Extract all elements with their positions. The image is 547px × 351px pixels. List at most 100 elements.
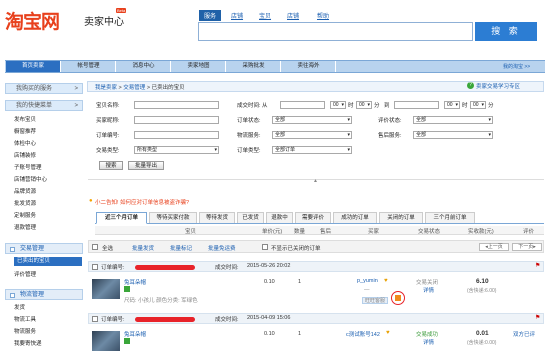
chat-icon[interactable] (395, 295, 401, 301)
deal-time-to-input[interactable] (394, 101, 439, 109)
order-detail-link[interactable]: 详情 (423, 286, 434, 294)
search-tab-item[interactable]: 宝贝 (259, 11, 271, 20)
col-price: 单价(元) (262, 229, 283, 235)
item-name-input[interactable] (134, 101, 219, 109)
trade-type-select[interactable]: 所有类型 (134, 146, 219, 154)
deal-time: 2015-05-26 20:02 (247, 263, 291, 269)
fraud-notice-link[interactable]: 小二告知! 如何应对订单信息被盗诈骗? (95, 198, 189, 206)
logistics-label: 物流服务: (237, 133, 261, 139)
order-type-select[interactable]: 全部订单 (272, 146, 352, 154)
nav-seller-home[interactable]: 首页卖家 (6, 61, 61, 72)
sidebar-item-logistics-tools[interactable]: 物流工具 (14, 315, 36, 323)
breadcrumb-trade[interactable]: 交易管理 (123, 85, 145, 91)
my-taobao-link[interactable]: 我的淘宝 >> (503, 63, 530, 70)
breadcrumb-current: 已卖出的宝贝 (151, 85, 185, 91)
batch-ship-link[interactable]: 批量发货 (132, 244, 154, 252)
buyer-nick-input[interactable] (134, 116, 219, 124)
buyer-nick[interactable]: p_yumin (357, 278, 378, 284)
logistics-select[interactable]: 全部 (272, 131, 352, 139)
deal-time-label: 成交时间: (215, 317, 239, 323)
order-no-input[interactable] (134, 131, 219, 139)
search-tab-service[interactable]: 服务 (199, 10, 222, 21)
search-orders-button[interactable]: 搜索 (99, 161, 123, 170)
order-checkbox[interactable] (92, 264, 98, 270)
tab-successful[interactable]: 成功的订单 (333, 212, 377, 223)
sidebar-item-express[interactable]: 我要寄快递 (14, 339, 42, 347)
sidebar-item-brand[interactable]: 品牌货源 (14, 187, 36, 195)
prev-page-button[interactable]: ◂上一页 (479, 243, 509, 251)
sidebar-item-decoration[interactable]: 店铺装修 (14, 151, 36, 159)
next-page-button[interactable]: 下一页▸ (512, 243, 542, 251)
help-link[interactable]: 卖家交易学习专区 (476, 82, 520, 90)
separator-dash: — (364, 287, 370, 293)
tab-await-ship[interactable]: 等待发货 (199, 212, 235, 223)
item-thumbnail[interactable] (92, 279, 120, 299)
tab-older-orders[interactable]: 三个月前订单 (425, 212, 475, 223)
hide-closed-checkbox[interactable] (262, 244, 268, 250)
search-button[interactable]: 搜 索 (475, 22, 537, 41)
sidebar-item-sold[interactable]: 已卖出的宝贝 (14, 257, 82, 266)
nav-overseas[interactable]: 卖往海外 (282, 61, 336, 72)
sidebar-item-window[interactable]: 橱窗推荐 (14, 127, 36, 135)
buyer-nick[interactable]: c测试账号142 (346, 330, 380, 338)
from-hour-select[interactable]: 00 (330, 101, 346, 109)
sidebar-item-wholesale[interactable]: 批发货源 (14, 199, 36, 207)
sidebar-item-checkup[interactable]: 体检中心 (14, 139, 36, 147)
sidebar-item-refund[interactable]: 退款管理 (14, 223, 36, 231)
order-status-select[interactable]: 全部 (272, 116, 352, 124)
sidebar-quick-menu[interactable]: 我的快捷菜单 > (5, 100, 83, 111)
sidebar-my-purchases[interactable]: 我购买的服务 > (5, 83, 83, 94)
breadcrumb-seller[interactable]: 我是卖家 (95, 85, 117, 91)
search-tab-store[interactable]: 店铺 (287, 11, 299, 20)
order-checkbox[interactable] (92, 316, 98, 322)
batch-free-shipping-link[interactable]: 批量免运费 (208, 244, 236, 252)
taobao-logo[interactable]: 淘宝网 (5, 7, 60, 34)
beta-badge: Beta (116, 8, 127, 13)
to-hour-select[interactable]: 00 (444, 101, 460, 109)
sidebar-section-trade[interactable]: 交易管理 (5, 243, 83, 254)
tab-closed[interactable]: 关闭的订单 (379, 212, 423, 223)
select-all-checkbox[interactable] (92, 244, 98, 250)
tab-await-payment[interactable]: 等待买家付款 (149, 212, 197, 223)
sidebar-item-publish[interactable]: 发布宝贝 (14, 115, 36, 123)
bulb-icon: ● (89, 198, 93, 204)
nav-seller-map[interactable]: 卖家地图 (172, 61, 226, 72)
aftersale-select[interactable]: 全部 (413, 131, 493, 139)
item-title[interactable]: 兔耳朵帽 (124, 330, 146, 338)
sidebar-item-ship[interactable]: 发货 (14, 303, 25, 311)
flag-icon[interactable]: ⚑ (535, 262, 540, 269)
batch-export-button[interactable]: 批量导出 (128, 161, 164, 170)
from-minute-select[interactable]: 00 (356, 101, 372, 109)
unit-price: 0.10 (264, 279, 275, 285)
sidebar-item-subaccount[interactable]: 子账号管理 (14, 163, 42, 171)
item-thumbnail[interactable] (92, 331, 120, 351)
tab-refunding[interactable]: 退款中 (266, 212, 293, 223)
tab-need-review[interactable]: 需要评价 (295, 212, 331, 223)
collapse-icon (10, 247, 15, 252)
nav-wholesale[interactable]: 采购批发 (227, 61, 281, 72)
rate-status-select[interactable]: 全部 (413, 116, 493, 124)
search-tab-shop[interactable]: 店铺 (231, 11, 243, 20)
sidebar-item-reviews[interactable]: 评价管理 (14, 270, 36, 278)
item-title[interactable]: 兔耳朵帽 (124, 278, 146, 286)
tab-recent-orders[interactable]: 近三个月订单 (96, 212, 147, 224)
sidebar-section-logistics[interactable]: 物流管理 (5, 289, 83, 300)
sidebar-item-custom[interactable]: 定制服务 (14, 211, 36, 219)
sidebar-item-logistics-service[interactable]: 物流服务 (14, 327, 36, 335)
collapse-arrow-icon[interactable]: ▲ (313, 178, 318, 184)
order-detail-link[interactable]: 详情 (423, 338, 434, 346)
nav-messages[interactable]: 消息中心 (117, 61, 171, 72)
search-input[interactable] (198, 22, 473, 41)
search-tab-help[interactable]: 帮助 (317, 11, 329, 20)
flag-icon[interactable]: ⚑ (535, 314, 540, 321)
wangwang-badge[interactable]: 旺旺客服 (362, 297, 389, 304)
tab-shipped[interactable]: 已发货 (237, 212, 264, 223)
to-minute-select[interactable]: 00 (470, 101, 486, 109)
redacted-order-number (135, 317, 195, 322)
sidebar-item-marketing[interactable]: 店铺营销中心 (14, 175, 47, 183)
breadcrumb-separator: > (118, 85, 122, 91)
batch-mark-link[interactable]: 批量标记 (170, 244, 192, 252)
review-status-link[interactable]: 双方已评 (513, 330, 535, 338)
deal-time-from-input[interactable] (280, 101, 325, 109)
nav-account[interactable]: 帐号管理 (62, 61, 116, 72)
